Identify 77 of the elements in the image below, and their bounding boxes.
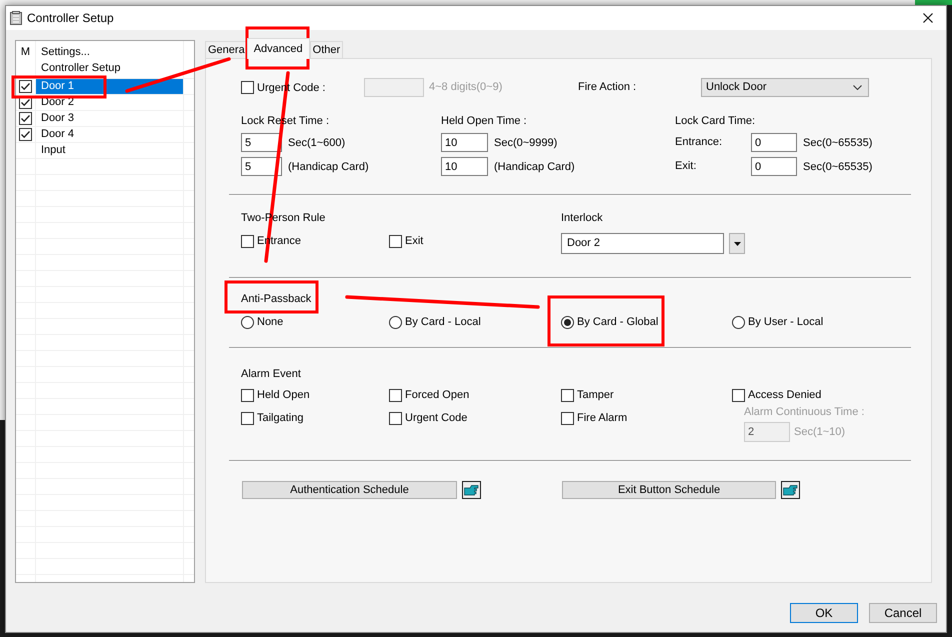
- chevron-down-icon: [853, 85, 862, 90]
- unit-label: (Handicap Card): [288, 160, 369, 174]
- number-field[interactable]: 10: [441, 157, 488, 176]
- checkbox[interactable]: [241, 388, 254, 402]
- background-status-bar: [915, 0, 952, 5]
- list-item[interactable]: Door 3: [36, 111, 184, 126]
- number-field[interactable]: 10: [441, 133, 488, 152]
- column-header: M: [16, 41, 36, 63]
- unit-label: Sec(0~65535): [803, 160, 872, 174]
- number-field[interactable]: 0: [751, 133, 797, 152]
- checkbox[interactable]: [241, 412, 254, 424]
- checkbox-label: Urgent Code: [405, 411, 468, 425]
- checkbox-label: Forced Open: [405, 388, 470, 402]
- window-title: Controller Setup: [27, 10, 114, 27]
- radio-label: By Card - Global: [577, 315, 658, 329]
- section-label: Alarm Event: [241, 367, 301, 381]
- checkbox[interactable]: [389, 388, 402, 402]
- field-label: Entrance:: [675, 136, 722, 148]
- list-item[interactable]: Door 4: [36, 127, 184, 142]
- number-field[interactable]: 0: [751, 157, 797, 176]
- column-header: Settings...: [36, 41, 184, 63]
- group-label: Controller Setup: [41, 63, 120, 74]
- checkbox[interactable]: [241, 234, 254, 248]
- tab[interactable]: Advanced: [246, 38, 310, 59]
- unit-label: Sec(0~65535): [803, 136, 872, 150]
- section-label: Anti-Passback: [241, 292, 312, 306]
- fire-action-dropdown[interactable]: Unlock Door: [701, 78, 869, 97]
- field-label: Alarm Continuous Time :: [744, 405, 864, 419]
- field-label: Lock Card Time:: [675, 114, 756, 128]
- checkbox[interactable]: [19, 128, 32, 141]
- dialog-button[interactable]: Cancel: [869, 603, 937, 623]
- field-label: Fire Action :: [578, 81, 636, 94]
- interlock-combobox[interactable]: Door 2: [561, 233, 724, 254]
- annotation-frame: [246, 26, 310, 70]
- radio-label: None: [257, 315, 284, 329]
- unit-label: Sec(1~10): [794, 425, 846, 439]
- checkbox[interactable]: [389, 412, 402, 424]
- checkbox[interactable]: [561, 388, 574, 402]
- dropdown-button[interactable]: [729, 233, 745, 254]
- checkbox-label: Exit: [405, 234, 424, 248]
- checkbox-label: Tamper: [577, 388, 614, 402]
- radio-button[interactable]: [389, 316, 402, 328]
- tab[interactable]: Genera: [205, 41, 248, 58]
- radio-button[interactable]: [241, 316, 254, 328]
- radio-label: By User - Local: [748, 315, 824, 329]
- list-item[interactable]: Door 1: [36, 79, 184, 94]
- unit-label: Sec(0~9999): [494, 136, 558, 150]
- triangle-down-icon: [734, 242, 740, 246]
- close-icon: [923, 13, 933, 23]
- number-field[interactable]: 5: [241, 157, 282, 176]
- checkbox-label: Access Denied: [748, 388, 822, 402]
- schedule-button[interactable]: Exit Button Schedule: [562, 481, 776, 499]
- pointing-hand-icon[interactable]: [781, 481, 800, 499]
- clipboard-icon: [10, 11, 22, 25]
- list-item[interactable]: Input: [36, 143, 184, 158]
- dialog-button[interactable]: OK: [790, 603, 858, 623]
- checkbox-label: Fire Alarm: [577, 411, 628, 425]
- checkbox[interactable]: [389, 234, 402, 248]
- checkbox[interactable]: [732, 388, 745, 402]
- checkbox[interactable]: [19, 112, 32, 125]
- checkbox[interactable]: [19, 80, 32, 93]
- field-label: Exit:: [675, 160, 696, 172]
- hint-text: 4~8 digits(0~9): [429, 81, 502, 94]
- radio-label: By Card - Local: [405, 315, 481, 329]
- checkbox-label: Held Open: [257, 388, 310, 402]
- section-label: Interlock: [561, 211, 603, 225]
- radio-button[interactable]: [732, 316, 745, 328]
- radio-button[interactable]: [561, 316, 574, 328]
- field-label: Held Open Time :: [441, 114, 527, 128]
- unit-label: Sec(1~600): [288, 136, 346, 150]
- checkbox-label: Tailgating: [257, 411, 304, 425]
- number-field[interactable]: 5: [241, 133, 282, 152]
- tab[interactable]: Other: [310, 41, 344, 58]
- unit-label: (Handicap Card): [494, 160, 575, 174]
- schedule-button[interactable]: Authentication Schedule: [242, 481, 457, 499]
- checkbox[interactable]: [561, 412, 574, 424]
- pointing-hand-icon[interactable]: [462, 481, 481, 499]
